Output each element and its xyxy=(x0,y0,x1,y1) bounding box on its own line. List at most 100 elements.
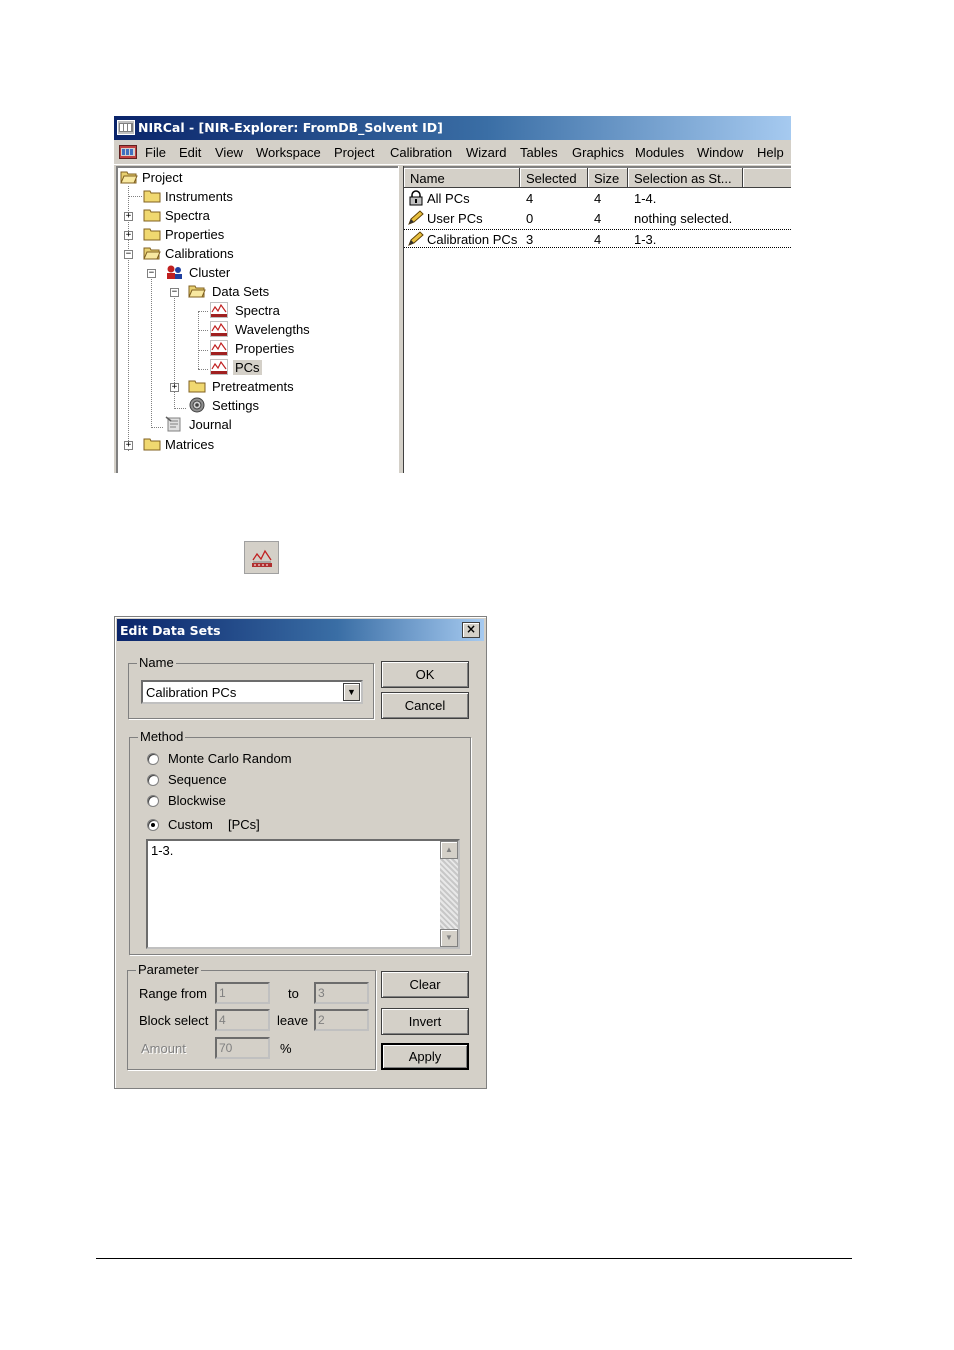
name-combobox[interactable]: Calibration PCs ▼ xyxy=(141,680,363,704)
tree-item-ds-properties[interactable]: Properties xyxy=(118,340,318,358)
dataset-chart-icon xyxy=(210,359,228,375)
ok-button[interactable]: OK xyxy=(381,661,469,688)
scroll-down-icon[interactable]: ▼ xyxy=(440,929,458,947)
pencil-icon xyxy=(408,210,424,225)
block-select-label: Block select xyxy=(139,1013,209,1028)
method-group: Method Monte Carlo Random Sequence Block… xyxy=(129,729,471,955)
menu-tables[interactable]: Tables xyxy=(520,145,558,160)
menu-wizard[interactable]: Wizard xyxy=(466,145,506,160)
tree-item-project[interactable]: Project xyxy=(118,169,318,187)
tree-item-ds-spectra[interactable]: Spectra xyxy=(118,302,318,320)
clear-button[interactable]: Clear xyxy=(381,971,469,998)
dialog-title-bar[interactable]: Edit Data Sets × xyxy=(117,619,484,641)
amount-input[interactable]: 70 xyxy=(215,1037,270,1059)
column-header-selected[interactable]: Selected xyxy=(520,168,588,188)
percent-label: % xyxy=(280,1041,292,1056)
radio-button[interactable] xyxy=(147,795,159,807)
invert-button[interactable]: Invert xyxy=(381,1008,469,1035)
project-tree[interactable]: Project Instruments + Spectra + Properti… xyxy=(116,166,398,473)
method-group-label: Method xyxy=(138,729,186,744)
dialog-title: Edit Data Sets xyxy=(120,623,221,638)
title-bar[interactable]: NIRCal - [NIR-Explorer: FromDB_Solvent I… xyxy=(114,116,791,140)
tree-item-properties[interactable]: + Properties xyxy=(118,226,318,244)
folder-icon xyxy=(143,209,161,222)
list-row[interactable]: All PCs 4 4 1-4. xyxy=(404,189,791,208)
scroll-up-icon[interactable]: ▲ xyxy=(440,841,458,859)
column-header-selection[interactable]: Selection as St... xyxy=(628,168,743,188)
folder-icon xyxy=(143,190,161,203)
document-icon[interactable] xyxy=(119,144,137,160)
tree-item-matrices[interactable]: + Matrices xyxy=(118,436,318,454)
folder-icon xyxy=(143,228,161,241)
method-sequence-radio[interactable]: Sequence xyxy=(147,772,347,790)
tree-item-journal[interactable]: Journal xyxy=(118,416,318,434)
range-from-input[interactable]: 1 xyxy=(215,982,270,1004)
menu-help[interactable]: Help xyxy=(757,145,784,160)
collapse-icon[interactable]: − xyxy=(124,250,133,259)
tree-item-spectra[interactable]: + Spectra xyxy=(118,207,318,225)
lock-icon xyxy=(409,190,423,206)
custom-selection-textarea[interactable]: 1-3. ▲ ▼ xyxy=(146,839,460,949)
nircal-window: NIRCal - [NIR-Explorer: FromDB_Solvent I… xyxy=(114,116,791,473)
expand-icon[interactable]: + xyxy=(124,231,133,240)
tree-item-pretreatments[interactable]: + Pretreatments xyxy=(118,378,338,396)
list-row[interactable]: Calibration PCs 3 4 1-3. xyxy=(404,229,791,248)
expand-icon[interactable]: + xyxy=(170,383,179,392)
name-value: Calibration PCs xyxy=(146,685,237,700)
edit-data-sets-toolbar-button[interactable] xyxy=(244,541,279,574)
menu-view[interactable]: View xyxy=(215,145,243,160)
name-group-label: Name xyxy=(137,655,176,670)
menu-workspace[interactable]: Workspace xyxy=(256,145,321,160)
method-custom-radio[interactable]: Custom [PCs] xyxy=(147,817,347,835)
tree-item-calibrations[interactable]: − Calibrations xyxy=(118,245,318,263)
amount-label: Amount xyxy=(141,1041,186,1056)
method-monte-carlo-radio[interactable]: Monte Carlo Random xyxy=(147,751,347,769)
column-header-name[interactable]: Name xyxy=(404,168,520,188)
expand-icon[interactable]: + xyxy=(124,212,133,221)
range-to-input[interactable]: 3 xyxy=(314,982,369,1004)
menu-file[interactable]: File xyxy=(145,145,166,160)
tree-item-instruments[interactable]: Instruments xyxy=(118,188,318,206)
tree-item-data-sets[interactable]: − Data Sets xyxy=(118,283,318,301)
tree-item-pcs[interactable]: PCs xyxy=(118,359,318,377)
menu-window[interactable]: Window xyxy=(697,145,743,160)
open-folder-icon xyxy=(188,285,206,298)
leave-label: leave xyxy=(277,1013,309,1028)
dataset-chart-icon xyxy=(210,321,228,337)
pencil-icon xyxy=(408,231,424,246)
collapse-icon[interactable]: − xyxy=(147,269,156,278)
journal-icon xyxy=(165,416,181,432)
expand-icon[interactable]: + xyxy=(124,441,133,450)
edit-data-sets-dialog: Edit Data Sets × Name Calibration PCs ▼ … xyxy=(114,616,487,1089)
dropdown-arrow-icon[interactable]: ▼ xyxy=(343,683,360,701)
menu-modules[interactable]: Modules xyxy=(635,145,684,160)
window-title: NIRCal - [NIR-Explorer: FromDB_Solvent I… xyxy=(138,120,443,135)
block-select-input[interactable]: 4 xyxy=(215,1009,270,1031)
column-header-size[interactable]: Size xyxy=(588,168,628,188)
method-blockwise-radio[interactable]: Blockwise xyxy=(147,793,347,811)
folder-icon xyxy=(143,438,161,451)
cancel-button[interactable]: Cancel xyxy=(381,692,469,719)
tree-item-wavelengths[interactable]: Wavelengths xyxy=(118,321,338,339)
menu-bar: File Edit View Workspace Project Calibra… xyxy=(114,140,791,165)
leave-input[interactable]: 2 xyxy=(314,1009,369,1031)
radio-button[interactable] xyxy=(147,774,159,786)
close-button[interactable]: × xyxy=(462,622,480,638)
collapse-icon[interactable]: − xyxy=(170,288,179,297)
tree-item-settings[interactable]: Settings xyxy=(118,397,318,415)
data-sets-list[interactable]: Name Selected Size Selection as St... Al… xyxy=(404,166,791,473)
radio-button-checked[interactable] xyxy=(147,819,159,831)
dataset-chart-icon xyxy=(210,302,228,318)
open-folder-icon xyxy=(120,171,138,184)
vertical-scrollbar[interactable]: ▲ ▼ xyxy=(440,841,458,947)
menu-project[interactable]: Project xyxy=(334,145,374,160)
apply-button[interactable]: Apply xyxy=(381,1043,469,1070)
menu-calibration[interactable]: Calibration xyxy=(390,145,452,160)
menu-graphics[interactable]: Graphics xyxy=(572,145,624,160)
folder-icon xyxy=(188,380,206,393)
radio-button[interactable] xyxy=(147,753,159,765)
menu-edit[interactable]: Edit xyxy=(179,145,201,160)
list-row[interactable]: User PCs 0 4 nothing selected. xyxy=(404,209,791,228)
tree-item-cluster[interactable]: − Cluster xyxy=(118,264,318,282)
parameter-group-label: Parameter xyxy=(136,962,201,977)
